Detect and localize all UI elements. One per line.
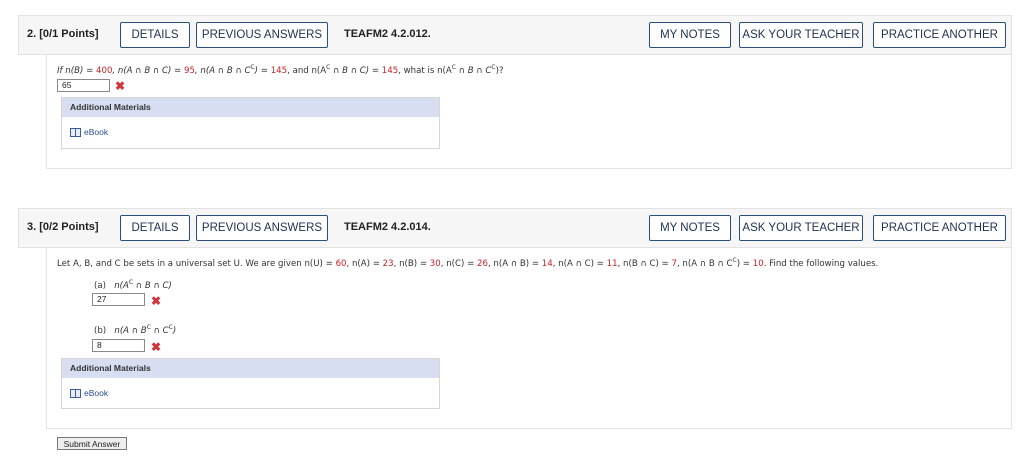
- part-a-answer-input[interactable]: 27: [92, 293, 145, 306]
- additional-materials-panel: Additional Materials eBook: [61, 358, 440, 409]
- question-2-header: 2. [0/1 Points] DETAILS PREVIOUS ANSWERS…: [18, 15, 1012, 55]
- question-code: TEAFM2 4.2.012.: [344, 28, 431, 40]
- answer-input[interactable]: 65: [57, 79, 110, 92]
- question-2-problem-text: If n(B) = 400, n(A ∩ B ∩ C) = 95, n(A ∩ …: [57, 64, 504, 76]
- x-mark-icon: ✖: [115, 79, 126, 93]
- ebook-link[interactable]: eBook: [70, 388, 108, 398]
- part-b-label: (b) n(A ∩ BC ∩ CC): [94, 324, 177, 336]
- ebook-link-label[interactable]: eBook: [84, 127, 108, 137]
- ebook-link[interactable]: eBook: [70, 127, 108, 137]
- question-2-title: 2. [0/1 Points]: [27, 28, 99, 40]
- submit-answer-button[interactable]: Submit Answer: [57, 437, 127, 450]
- practice-another-button[interactable]: PRACTICE ANOTHER: [873, 215, 1006, 241]
- x-mark-icon: ✖: [151, 340, 162, 354]
- ask-your-teacher-button[interactable]: ASK YOUR TEACHER: [739, 215, 863, 241]
- x-mark-icon: ✖: [151, 294, 162, 308]
- additional-materials-title: Additional Materials: [62, 359, 439, 378]
- previous-answers-button[interactable]: PREVIOUS ANSWERS: [196, 215, 328, 241]
- book-icon: [70, 127, 81, 137]
- previous-answers-button[interactable]: PREVIOUS ANSWERS: [196, 22, 328, 48]
- additional-materials-panel: Additional Materials eBook: [61, 97, 440, 149]
- question-3-problem-text: Let A, B, and C be sets in a universal s…: [57, 257, 879, 269]
- question-3-header: 3. [0/2 Points] DETAILS PREVIOUS ANSWERS…: [18, 208, 1012, 248]
- my-notes-button[interactable]: MY NOTES: [649, 22, 731, 48]
- practice-another-button[interactable]: PRACTICE ANOTHER: [873, 22, 1006, 48]
- ebook-link-label[interactable]: eBook: [84, 388, 108, 398]
- additional-materials-title: Additional Materials: [62, 98, 439, 117]
- question-3-title: 3. [0/2 Points]: [27, 221, 99, 233]
- question-code: TEAFM2 4.2.014.: [344, 221, 431, 233]
- ask-your-teacher-button[interactable]: ASK YOUR TEACHER: [739, 22, 863, 48]
- book-icon: [70, 388, 81, 398]
- details-button[interactable]: DETAILS: [120, 215, 190, 241]
- part-a-label: (a) n(AC ∩ B ∩ C): [94, 279, 172, 291]
- details-button[interactable]: DETAILS: [120, 22, 190, 48]
- my-notes-button[interactable]: MY NOTES: [649, 215, 731, 241]
- part-b-answer-input[interactable]: 8: [92, 339, 145, 352]
